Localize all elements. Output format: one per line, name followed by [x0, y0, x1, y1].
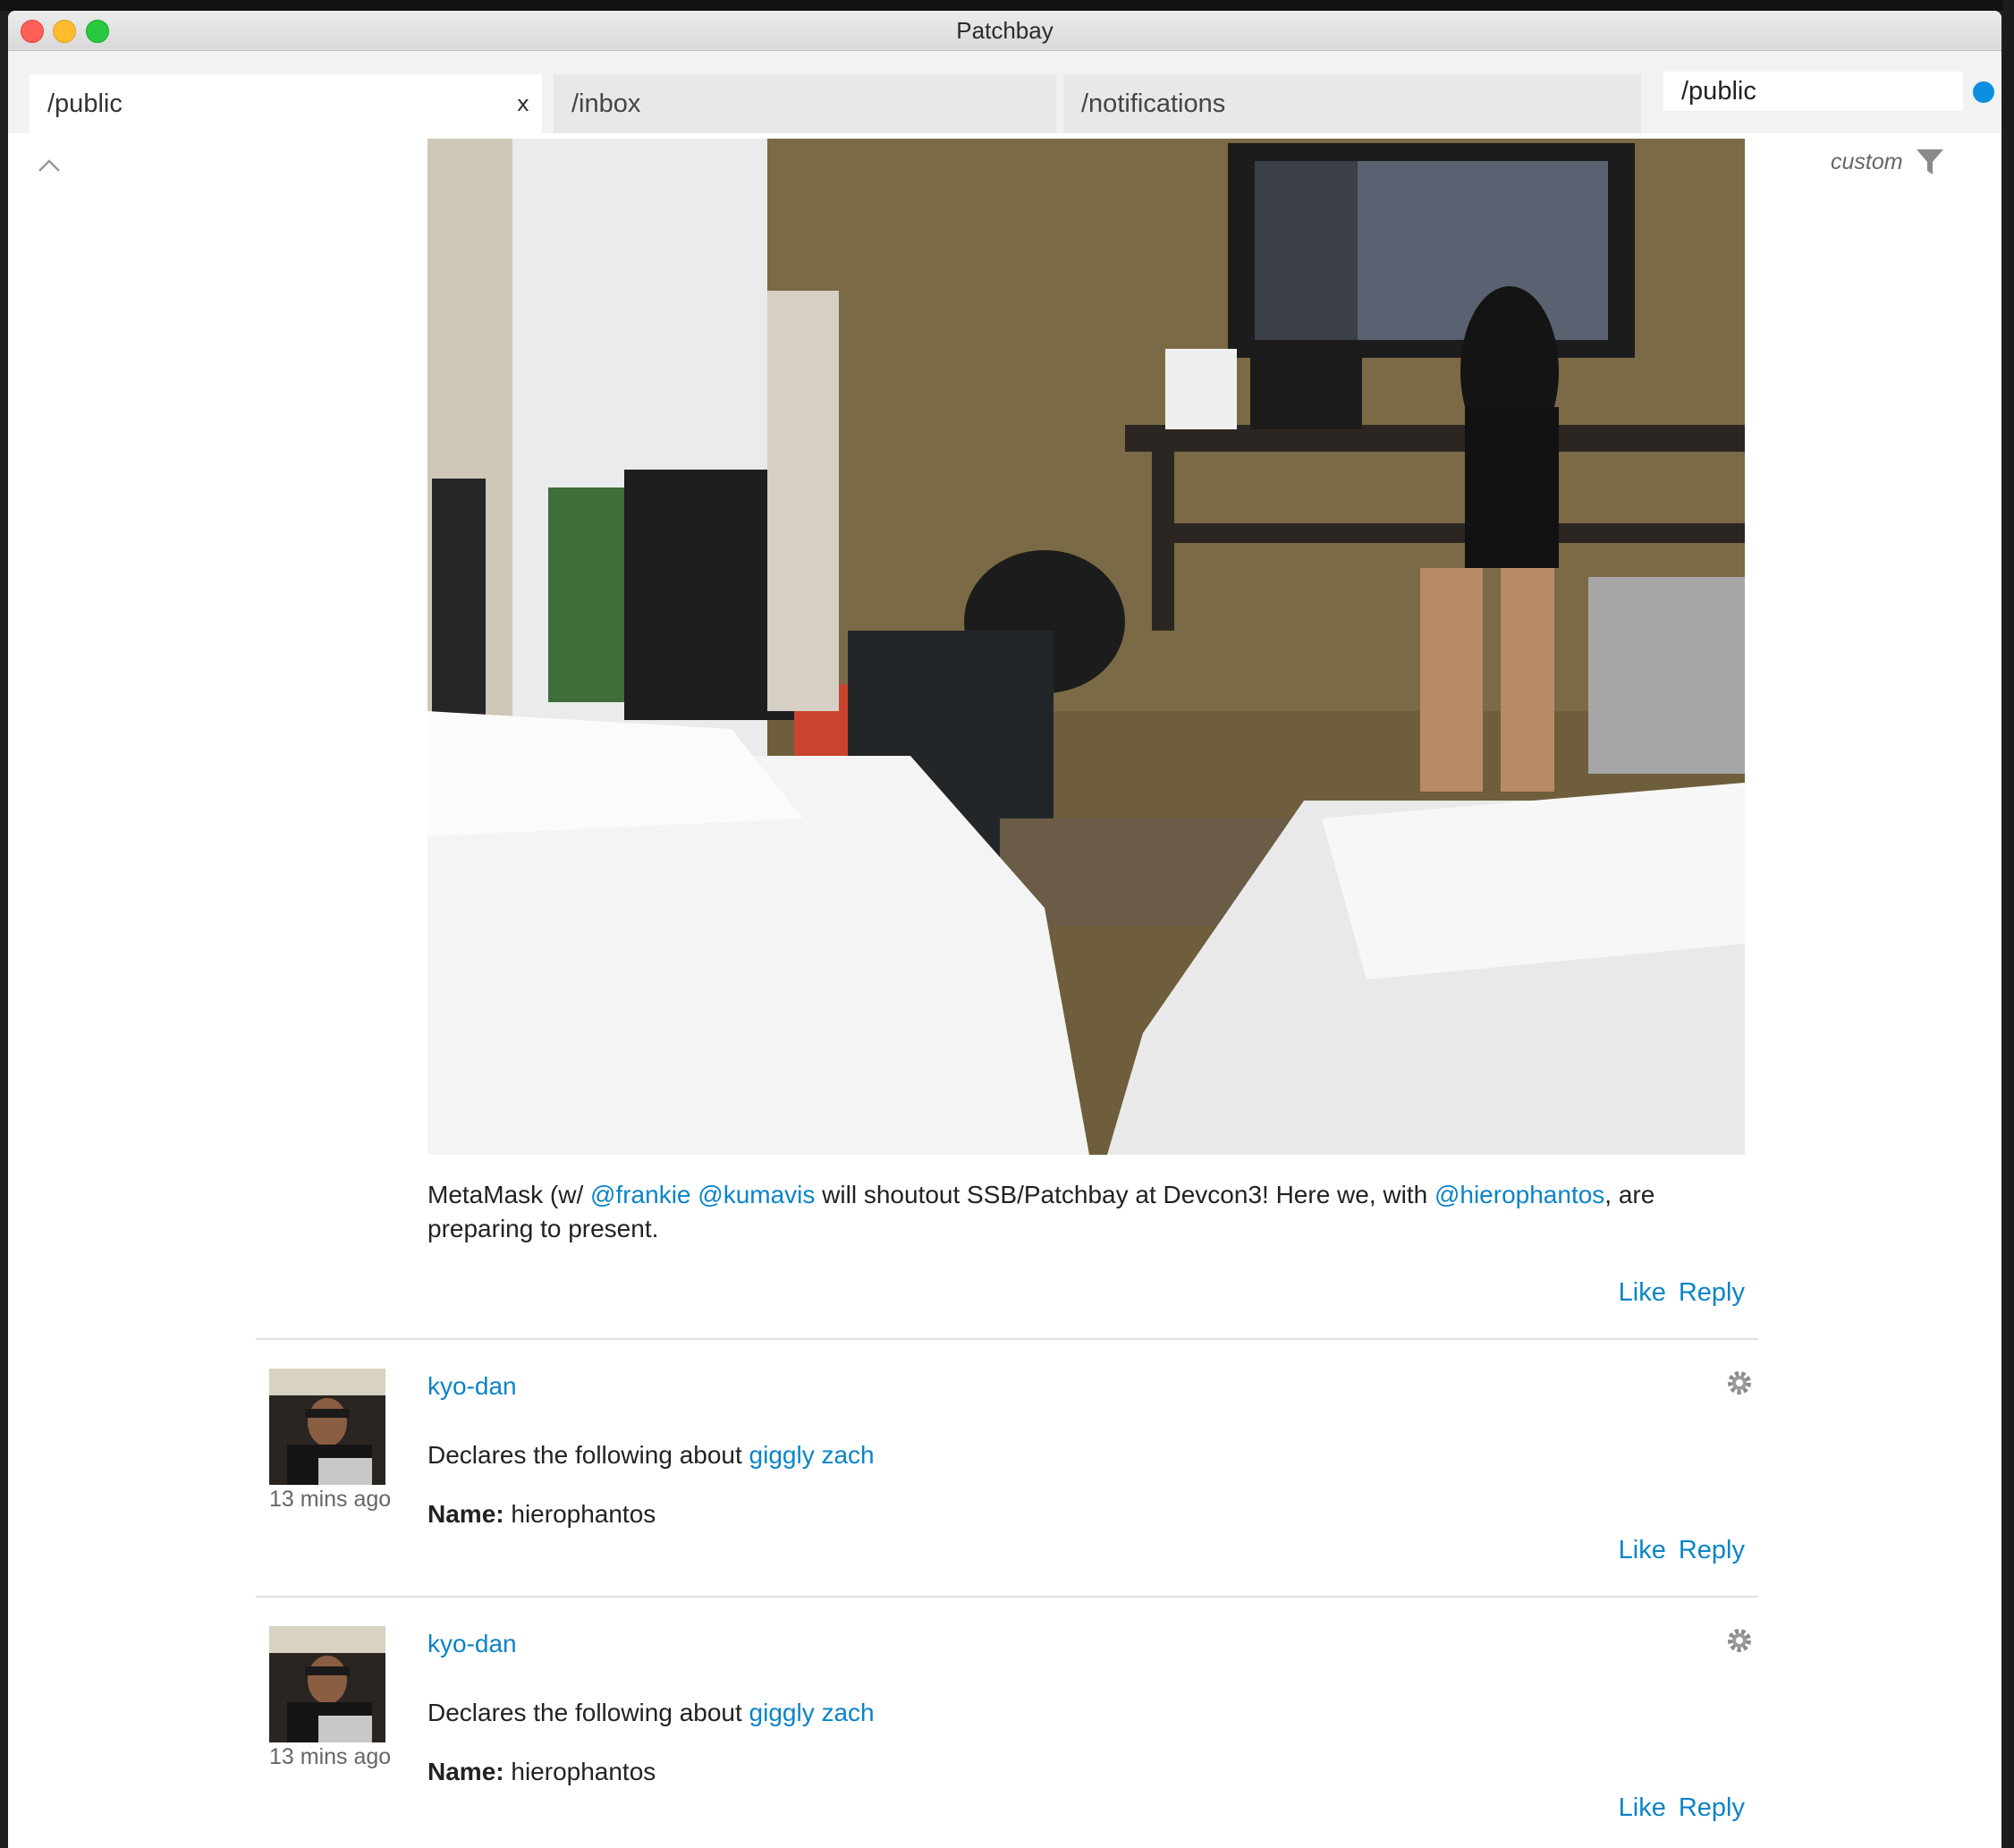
- author-name-link[interactable]: kyo-dan: [427, 1630, 517, 1658]
- app-window: Patchbay /public x /inbox /notifications…: [8, 11, 2001, 1848]
- mention-link[interactable]: @kumavis: [698, 1181, 815, 1208]
- chevron-up-icon[interactable]: [37, 157, 62, 174]
- post-actions: Like Reply: [1606, 1278, 1745, 1308]
- avatar[interactable]: [269, 1369, 385, 1485]
- reply-button[interactable]: Reply: [1679, 1278, 1745, 1307]
- message-actions: Like Reply: [1606, 1536, 1745, 1565]
- message-actions: Like Reply: [1606, 1793, 1745, 1823]
- author-name-link[interactable]: kyo-dan: [427, 1372, 517, 1401]
- subject-link[interactable]: giggly zach: [749, 1441, 875, 1469]
- connection-status-dot: [1973, 81, 1994, 103]
- post-text-middle: will shoutout SSB/Patchbay at Devcon3! H…: [815, 1181, 1434, 1208]
- declared-name: Name: hierophantos: [427, 1758, 656, 1786]
- gear-icon[interactable]: [1727, 1370, 1752, 1395]
- avatar[interactable]: [269, 1626, 385, 1742]
- divider: [256, 1338, 1758, 1340]
- declared-name: Name: hierophantos: [427, 1500, 656, 1529]
- tab-label: /inbox: [571, 89, 641, 118]
- name-value: hierophantos: [504, 1500, 656, 1528]
- tab-label: /notifications: [1081, 89, 1226, 118]
- post-body: MetaMask (w/ @frankie @kumavis will shou…: [427, 1178, 1745, 1246]
- search-input[interactable]: [1663, 72, 1963, 111]
- subject-link[interactable]: giggly zach: [749, 1699, 875, 1726]
- like-button[interactable]: Like: [1619, 1536, 1666, 1564]
- tab-public[interactable]: /public x: [30, 74, 542, 133]
- message-timestamp[interactable]: 13 mins ago: [269, 1744, 391, 1770]
- reply-button[interactable]: Reply: [1679, 1536, 1745, 1564]
- window-title: Patchbay: [956, 17, 1054, 44]
- feed-filter[interactable]: custom: [1831, 144, 1944, 180]
- tab-inbox[interactable]: /inbox: [554, 74, 1056, 133]
- mention-link[interactable]: @frankie: [590, 1181, 690, 1208]
- filter-label: custom: [1831, 148, 1903, 174]
- post-text-start: MetaMask (w/: [427, 1181, 591, 1208]
- name-label: Name:: [427, 1500, 504, 1528]
- divider: [256, 1596, 1758, 1598]
- declaration-text: Declares the following about giggly zach: [427, 1699, 875, 1727]
- like-button[interactable]: Like: [1619, 1793, 1666, 1822]
- gear-icon[interactable]: [1727, 1628, 1752, 1653]
- tab-label: /public: [47, 89, 123, 118]
- declaration-prefix: Declares the following about: [427, 1699, 749, 1726]
- declaration-text: Declares the following about giggly zach: [427, 1441, 875, 1470]
- post-photo[interactable]: [427, 139, 1745, 1155]
- background-terminal: [2003, 0, 2014, 1848]
- mention-link[interactable]: @hierophantos: [1434, 1181, 1604, 1208]
- declaration-prefix: Declares the following about: [427, 1441, 749, 1469]
- titlebar: Patchbay: [8, 11, 2001, 51]
- tab-close-button[interactable]: x: [517, 74, 529, 133]
- filter-icon: [1916, 149, 1943, 174]
- reply-button[interactable]: Reply: [1679, 1793, 1745, 1822]
- name-label: Name:: [427, 1758, 504, 1785]
- desktop-menubar: [0, 0, 2014, 11]
- feed[interactable]: custom MetaMask (w/ @frankie @kumavis wi…: [8, 133, 2001, 1848]
- like-button[interactable]: Like: [1619, 1278, 1666, 1307]
- message-timestamp[interactable]: 13 mins ago: [269, 1487, 391, 1513]
- tab-bar: /public x /inbox /notifications: [8, 51, 2001, 133]
- name-value: hierophantos: [504, 1758, 656, 1785]
- tab-notifications[interactable]: /notifications: [1063, 74, 1641, 133]
